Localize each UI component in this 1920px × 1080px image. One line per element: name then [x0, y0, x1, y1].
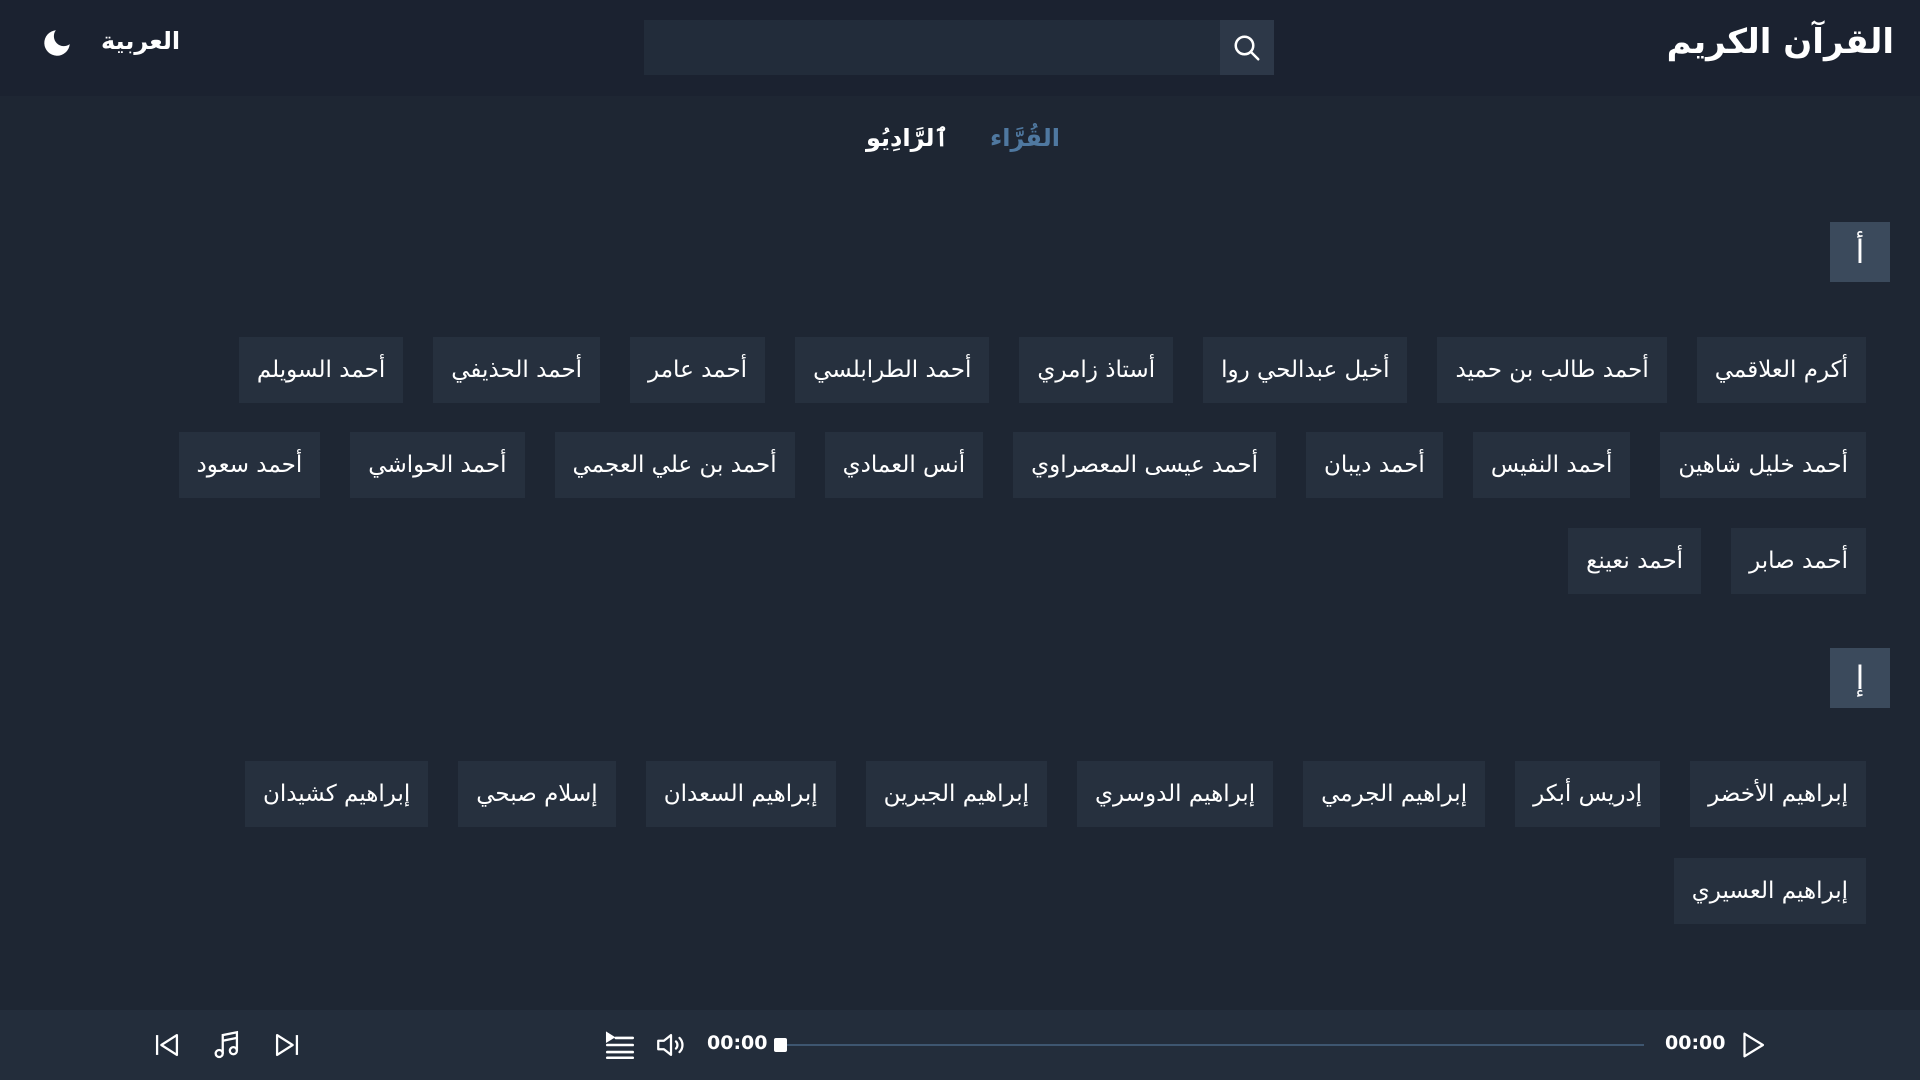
volume-icon[interactable]: [654, 1028, 688, 1062]
reciter-button[interactable]: إبراهيم السعدان: [645, 761, 836, 827]
reciter-button[interactable]: أستاذ زامري: [1019, 337, 1174, 403]
reciter-button[interactable]: أحمد عيسى المعصراوي: [1013, 432, 1277, 498]
reciter-button[interactable]: أكرم العلاقمي: [1696, 337, 1866, 403]
reciter-button[interactable]: إبراهيم الجبرين: [865, 761, 1047, 827]
reciter-button[interactable]: أحمد الطرابلسي: [795, 337, 990, 403]
reciter-button[interactable]: أحمد طالب بن حميد: [1437, 337, 1667, 403]
reciter-row: أحمد خليل شاهين أحمد النفيس أحمد ديبان أ…: [178, 432, 1866, 498]
duration-time: 00:00: [1665, 1032, 1726, 1054]
reciter-button[interactable]: أحمد عامر: [630, 337, 766, 403]
reciter-button[interactable]: إبراهيم الدوسري: [1077, 761, 1274, 827]
reciter-button[interactable]: أحمد ديبان: [1306, 432, 1443, 498]
reciter-button[interactable]: أحمد الحذيفي: [433, 337, 601, 403]
reciter-row: إبراهيم العسيري: [1673, 858, 1866, 924]
reciter-row: إبراهيم الأخضر إدريس أبكر إبراهيم الجرمي…: [244, 761, 1866, 827]
language-selector[interactable]: العربية: [101, 27, 180, 55]
moon-icon[interactable]: [40, 26, 74, 60]
reciter-button[interactable]: إدريس أبكر: [1515, 761, 1661, 827]
reciter-button[interactable]: أحمد خليل شاهين: [1660, 432, 1866, 498]
app-title: القرآن الكريم: [1666, 22, 1894, 62]
previous-icon[interactable]: [150, 1028, 184, 1062]
reciter-row: أكرم العلاقمي أحمد طالب بن حميد أخيل عبد…: [238, 337, 1866, 403]
reciter-button[interactable]: إبراهيم الجرمي: [1303, 761, 1486, 827]
reciter-button[interactable]: أنس العمادي: [824, 432, 984, 498]
reciter-button[interactable]: إسلام صبحي: [458, 761, 616, 827]
playlist-icon[interactable]: [603, 1028, 637, 1062]
reciter-row: أحمد صابر أحمد نعينع: [1568, 528, 1866, 594]
search-bar: [644, 20, 1274, 75]
progress-track[interactable]: [774, 1044, 1644, 1046]
reciter-button[interactable]: أخيل عبدالحي روا: [1203, 337, 1408, 403]
top-bar: القرآن الكريم العربية: [0, 0, 1920, 96]
reciter-button[interactable]: أحمد السويلم: [238, 337, 404, 403]
reciter-button[interactable]: أحمد بن علي العجمي: [554, 432, 795, 498]
tab-radio[interactable]: ٱلرَّادِيُو: [866, 124, 949, 152]
reciter-button[interactable]: إبراهيم العسيري: [1673, 858, 1866, 924]
reciter-button[interactable]: أحمد صابر: [1731, 528, 1866, 594]
current-time: 00:00: [707, 1032, 768, 1054]
search-icon: [1234, 35, 1260, 60]
tab-reciters[interactable]: القُرَّاء: [990, 124, 1060, 152]
search-button[interactable]: [1220, 20, 1274, 75]
tabs: القُرَّاء ٱلرَّادِيُو: [0, 124, 1920, 164]
music-icon[interactable]: [210, 1028, 244, 1062]
reciter-button[interactable]: إبراهيم الأخضر: [1690, 761, 1866, 827]
audio-player: 00:00 00:00: [0, 1010, 1920, 1080]
letter-badge[interactable]: أ: [1830, 222, 1890, 282]
reciter-button[interactable]: أحمد سعود: [178, 432, 321, 498]
progress-knob[interactable]: [774, 1038, 787, 1052]
reciter-button[interactable]: أحمد الحواشي: [350, 432, 525, 498]
next-icon[interactable]: [270, 1028, 304, 1062]
reciter-button[interactable]: إبراهيم كشيدان: [244, 761, 429, 827]
letter-badge[interactable]: إ: [1830, 648, 1890, 708]
reciter-button[interactable]: أحمد نعينع: [1568, 528, 1702, 594]
search-input[interactable]: [644, 20, 1220, 75]
play-icon[interactable]: [1736, 1028, 1770, 1062]
reciter-button[interactable]: أحمد النفيس: [1472, 432, 1631, 498]
